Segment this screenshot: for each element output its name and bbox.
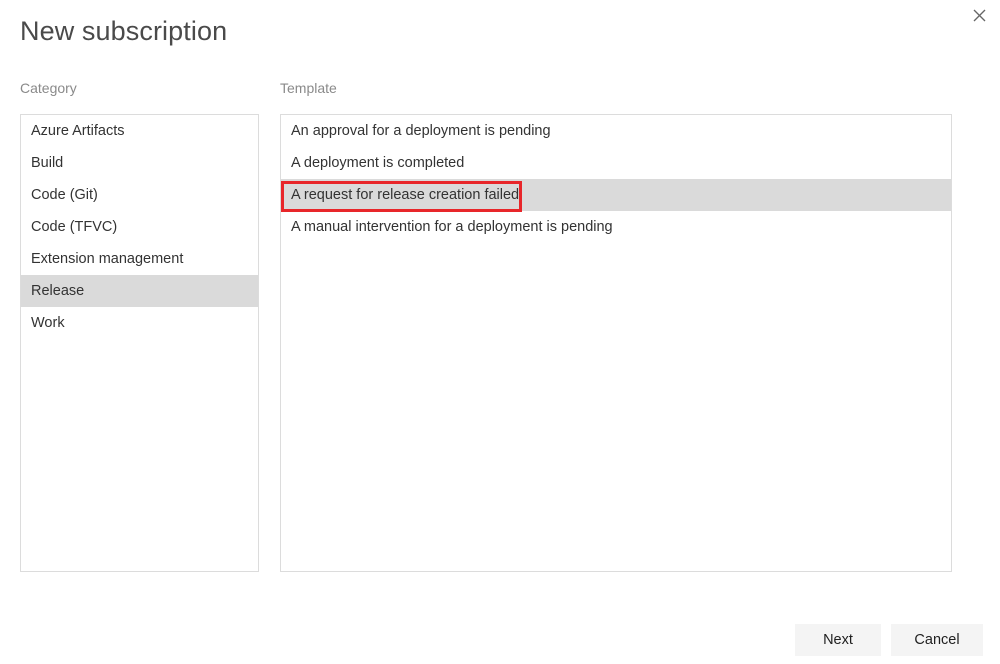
page-title: New subscription <box>20 16 227 47</box>
template-list: An approval for a deployment is pending … <box>280 114 952 572</box>
close-button[interactable] <box>964 2 994 28</box>
category-list-item[interactable]: Work <box>21 307 258 339</box>
category-list-item[interactable]: Azure Artifacts <box>21 115 258 147</box>
category-list-item[interactable]: Code (TFVC) <box>21 211 258 243</box>
category-list-item[interactable]: Build <box>21 147 258 179</box>
category-column-label: Category <box>20 80 77 96</box>
category-list-item-selected[interactable]: Release <box>21 275 258 307</box>
template-list-item[interactable]: A manual intervention for a deployment i… <box>281 211 951 243</box>
category-list-item[interactable]: Extension management <box>21 243 258 275</box>
template-column-label: Template <box>280 80 337 96</box>
template-list-item[interactable]: An approval for a deployment is pending <box>281 115 951 147</box>
cancel-button[interactable]: Cancel <box>891 624 983 656</box>
close-icon <box>973 9 986 22</box>
category-list: Azure Artifacts Build Code (Git) Code (T… <box>20 114 259 572</box>
template-list-item-selected[interactable]: A request for release creation failed <box>281 179 951 211</box>
template-list-item[interactable]: A deployment is completed <box>281 147 951 179</box>
category-list-item[interactable]: Code (Git) <box>21 179 258 211</box>
next-button[interactable]: Next <box>795 624 881 656</box>
